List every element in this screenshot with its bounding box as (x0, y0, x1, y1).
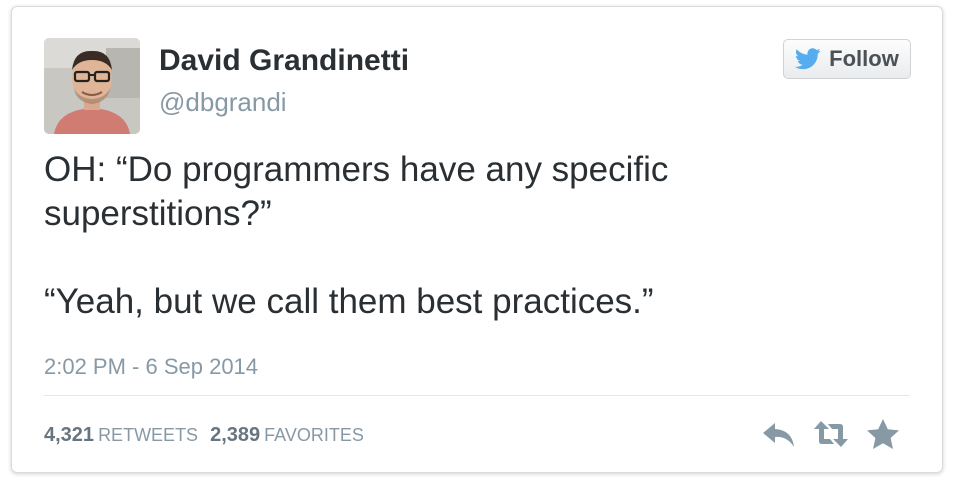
retweet-icon[interactable] (812, 417, 850, 451)
favorites-count[interactable]: 2,389 (210, 424, 260, 446)
retweets-count[interactable]: 4,321 (44, 424, 94, 446)
retweets-label[interactable]: RETWEETS (98, 425, 198, 445)
tweet-timestamp[interactable]: 2:02 PM - 6 Sep 2014 (44, 354, 258, 380)
tweet-text: OH: “Do programmers have any specific su… (44, 148, 904, 324)
follow-button[interactable]: Follow (783, 39, 911, 79)
avatar[interactable] (44, 38, 140, 134)
screen-name[interactable]: @dbgrandi (159, 87, 287, 118)
tweet-card: David Grandinetti @dbgrandi Follow OH: “… (11, 6, 943, 473)
follow-label: Follow (829, 46, 899, 71)
tweet-line: OH: “Do programmers have any specific (44, 150, 669, 189)
twitter-bird-icon (795, 48, 821, 70)
tweet-stats: 4,321 RETWEETS 2,389 FAVORITES (44, 424, 376, 447)
favorites-label[interactable]: FAVORITES (264, 425, 364, 445)
reply-icon[interactable] (760, 417, 798, 451)
tweet-line: superstitions?” (44, 194, 272, 233)
tweet-actions (760, 417, 902, 451)
divider (44, 395, 910, 396)
tweet-line: “Yeah, but we call them best practices.” (44, 282, 654, 321)
favorite-icon[interactable] (864, 417, 902, 451)
display-name[interactable]: David Grandinetti (159, 44, 409, 78)
